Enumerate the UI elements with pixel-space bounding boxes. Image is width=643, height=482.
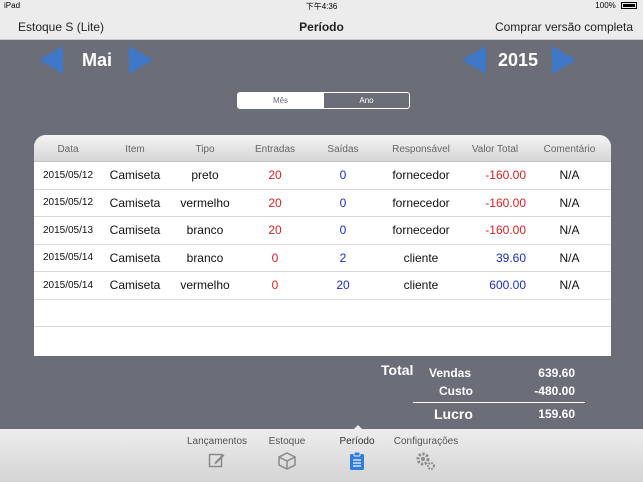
totals-divider bbox=[413, 402, 585, 403]
cell-tipo: preto bbox=[191, 168, 219, 183]
cell-entradas: 20 bbox=[268, 223, 282, 238]
cell-responsavel: cliente bbox=[403, 250, 439, 265]
cell-date: 2015/05/14 bbox=[42, 252, 94, 264]
cell-entradas: 0 bbox=[271, 278, 279, 293]
tab-lancamentos[interactable]: Lançamentos bbox=[180, 429, 254, 469]
cell-saidas: 0 bbox=[339, 195, 347, 210]
cell-responsavel: fornecedor bbox=[392, 168, 450, 183]
cell-responsavel: fornecedor bbox=[392, 223, 450, 238]
total-label: Total bbox=[381, 362, 414, 378]
year-label: 2015 bbox=[498, 50, 539, 70]
header-comentario: Comentário bbox=[543, 144, 596, 155]
cell-date: 2015/05/14 bbox=[42, 279, 94, 291]
status-time: 下午4:36 bbox=[305, 2, 338, 11]
vendas-value: 639.60 bbox=[538, 366, 575, 380]
cell-item: Camiseta bbox=[109, 168, 161, 183]
vendas-label: Vendas bbox=[429, 366, 472, 380]
status-bar: iPad 下午4:36 100% bbox=[0, 0, 643, 12]
cell-item: Camiseta bbox=[109, 223, 161, 238]
cell-entradas: 20 bbox=[268, 168, 282, 183]
clipboard-icon bbox=[350, 451, 364, 470]
cell-tipo: vermelho bbox=[180, 278, 230, 293]
segment-year[interactable]: Ano bbox=[323, 93, 409, 108]
cell-responsavel: fornecedor bbox=[392, 195, 450, 210]
header-entradas: Entradas bbox=[254, 144, 296, 155]
cell-date: 2015/05/13 bbox=[42, 224, 94, 236]
header-data: Data bbox=[57, 144, 79, 155]
box-icon bbox=[278, 452, 296, 470]
cell-tipo: vermelho bbox=[180, 195, 230, 210]
cell-valor-total: 600.00 bbox=[489, 278, 526, 293]
table-header: Data Item Tipo Entradas Saídas Responsáv… bbox=[34, 135, 611, 162]
cell-tipo: branco bbox=[186, 223, 224, 238]
cell-comentario: N/A bbox=[559, 223, 580, 238]
custo-label: Custo bbox=[439, 384, 473, 398]
cell-comentario: N/A bbox=[559, 168, 580, 183]
next-month-arrow-icon[interactable] bbox=[129, 46, 153, 74]
tab-periodo[interactable]: Período bbox=[330, 429, 384, 471]
cell-entradas: 0 bbox=[271, 250, 279, 265]
buy-full-version-button[interactable]: Comprar versão completa bbox=[495, 20, 633, 34]
cell-comentario: N/A bbox=[559, 250, 580, 265]
table-row[interactable]: 2015/05/13 Camiseta branco 20 0 forneced… bbox=[34, 217, 611, 245]
month-label: Mai bbox=[82, 50, 113, 70]
tab-label: Lançamentos bbox=[186, 436, 248, 447]
cell-valor-total: -160.00 bbox=[485, 223, 526, 238]
cell-date: 2015/05/12 bbox=[42, 197, 94, 209]
header-tipo: Tipo bbox=[195, 144, 215, 155]
tab-estoque[interactable]: Estoque bbox=[260, 429, 314, 471]
cell-valor-total: -160.00 bbox=[485, 195, 526, 210]
cell-saidas: 20 bbox=[336, 278, 350, 293]
table-row[interactable]: 2015/05/12 Camiseta vermelho 20 0 fornec… bbox=[34, 190, 611, 217]
empty-row bbox=[34, 300, 611, 327]
transactions-table: Data Item Tipo Entradas Saídas Responsáv… bbox=[34, 135, 611, 356]
cell-comentario: N/A bbox=[559, 278, 580, 293]
cell-responsavel: cliente bbox=[403, 278, 439, 293]
app-name-button[interactable]: Estoque S (Lite) bbox=[18, 20, 104, 34]
cell-saidas: 2 bbox=[339, 250, 347, 265]
table-row[interactable]: 2015/05/12 Camiseta preto 20 0 fornecedo… bbox=[34, 162, 611, 190]
battery-percent: 100% bbox=[595, 1, 616, 10]
lucro-value: 159.60 bbox=[538, 407, 575, 421]
gears-icon bbox=[416, 452, 435, 470]
header-valor-total: Valor Total bbox=[471, 144, 519, 155]
cell-entradas: 20 bbox=[268, 195, 282, 210]
empty-row bbox=[34, 327, 611, 355]
tab-bar: Lançamentos Estoque Período Configuraçõe… bbox=[0, 429, 643, 482]
cell-valor-total: -160.00 bbox=[485, 168, 526, 183]
cell-saidas: 0 bbox=[339, 168, 347, 183]
header-saidas: Saídas bbox=[327, 144, 359, 155]
edit-icon bbox=[208, 453, 225, 468]
cell-comentario: N/A bbox=[559, 195, 580, 210]
cell-date: 2015/05/12 bbox=[42, 169, 94, 181]
custo-value: -480.00 bbox=[534, 384, 575, 398]
previous-month-arrow-icon[interactable] bbox=[39, 46, 63, 74]
tab-configuracoes[interactable]: Configurações bbox=[392, 429, 460, 471]
previous-year-arrow-icon[interactable] bbox=[462, 46, 486, 74]
cell-item: Camiseta bbox=[109, 195, 161, 210]
battery-icon bbox=[621, 2, 637, 10]
cell-tipo: branco bbox=[186, 250, 224, 265]
cell-item: Camiseta bbox=[109, 250, 161, 265]
cell-item: Camiseta bbox=[109, 278, 161, 293]
cell-saidas: 0 bbox=[339, 223, 347, 238]
lucro-label: Lucro bbox=[434, 406, 473, 422]
period-segmented-control: Mês Ano bbox=[237, 92, 410, 109]
table-row[interactable]: 2015/05/14 Camiseta vermelho 0 20 client… bbox=[34, 272, 611, 300]
tab-label: Configurações bbox=[393, 436, 459, 447]
tab-label: Estoque bbox=[268, 436, 306, 447]
cell-valor-total: 39.60 bbox=[495, 250, 526, 265]
battery-status: 100% bbox=[595, 1, 637, 10]
tab-label: Período bbox=[339, 436, 375, 447]
segment-month[interactable]: Mês bbox=[238, 93, 323, 108]
header-item: Item bbox=[125, 144, 145, 155]
header-responsavel: Responsável bbox=[392, 144, 450, 155]
next-year-arrow-icon[interactable] bbox=[552, 46, 576, 74]
navigation-bar: Estoque S (Lite) Período Comprar versão … bbox=[0, 12, 643, 40]
table-row[interactable]: 2015/05/14 Camiseta branco 0 2 cliente 3… bbox=[34, 245, 611, 272]
